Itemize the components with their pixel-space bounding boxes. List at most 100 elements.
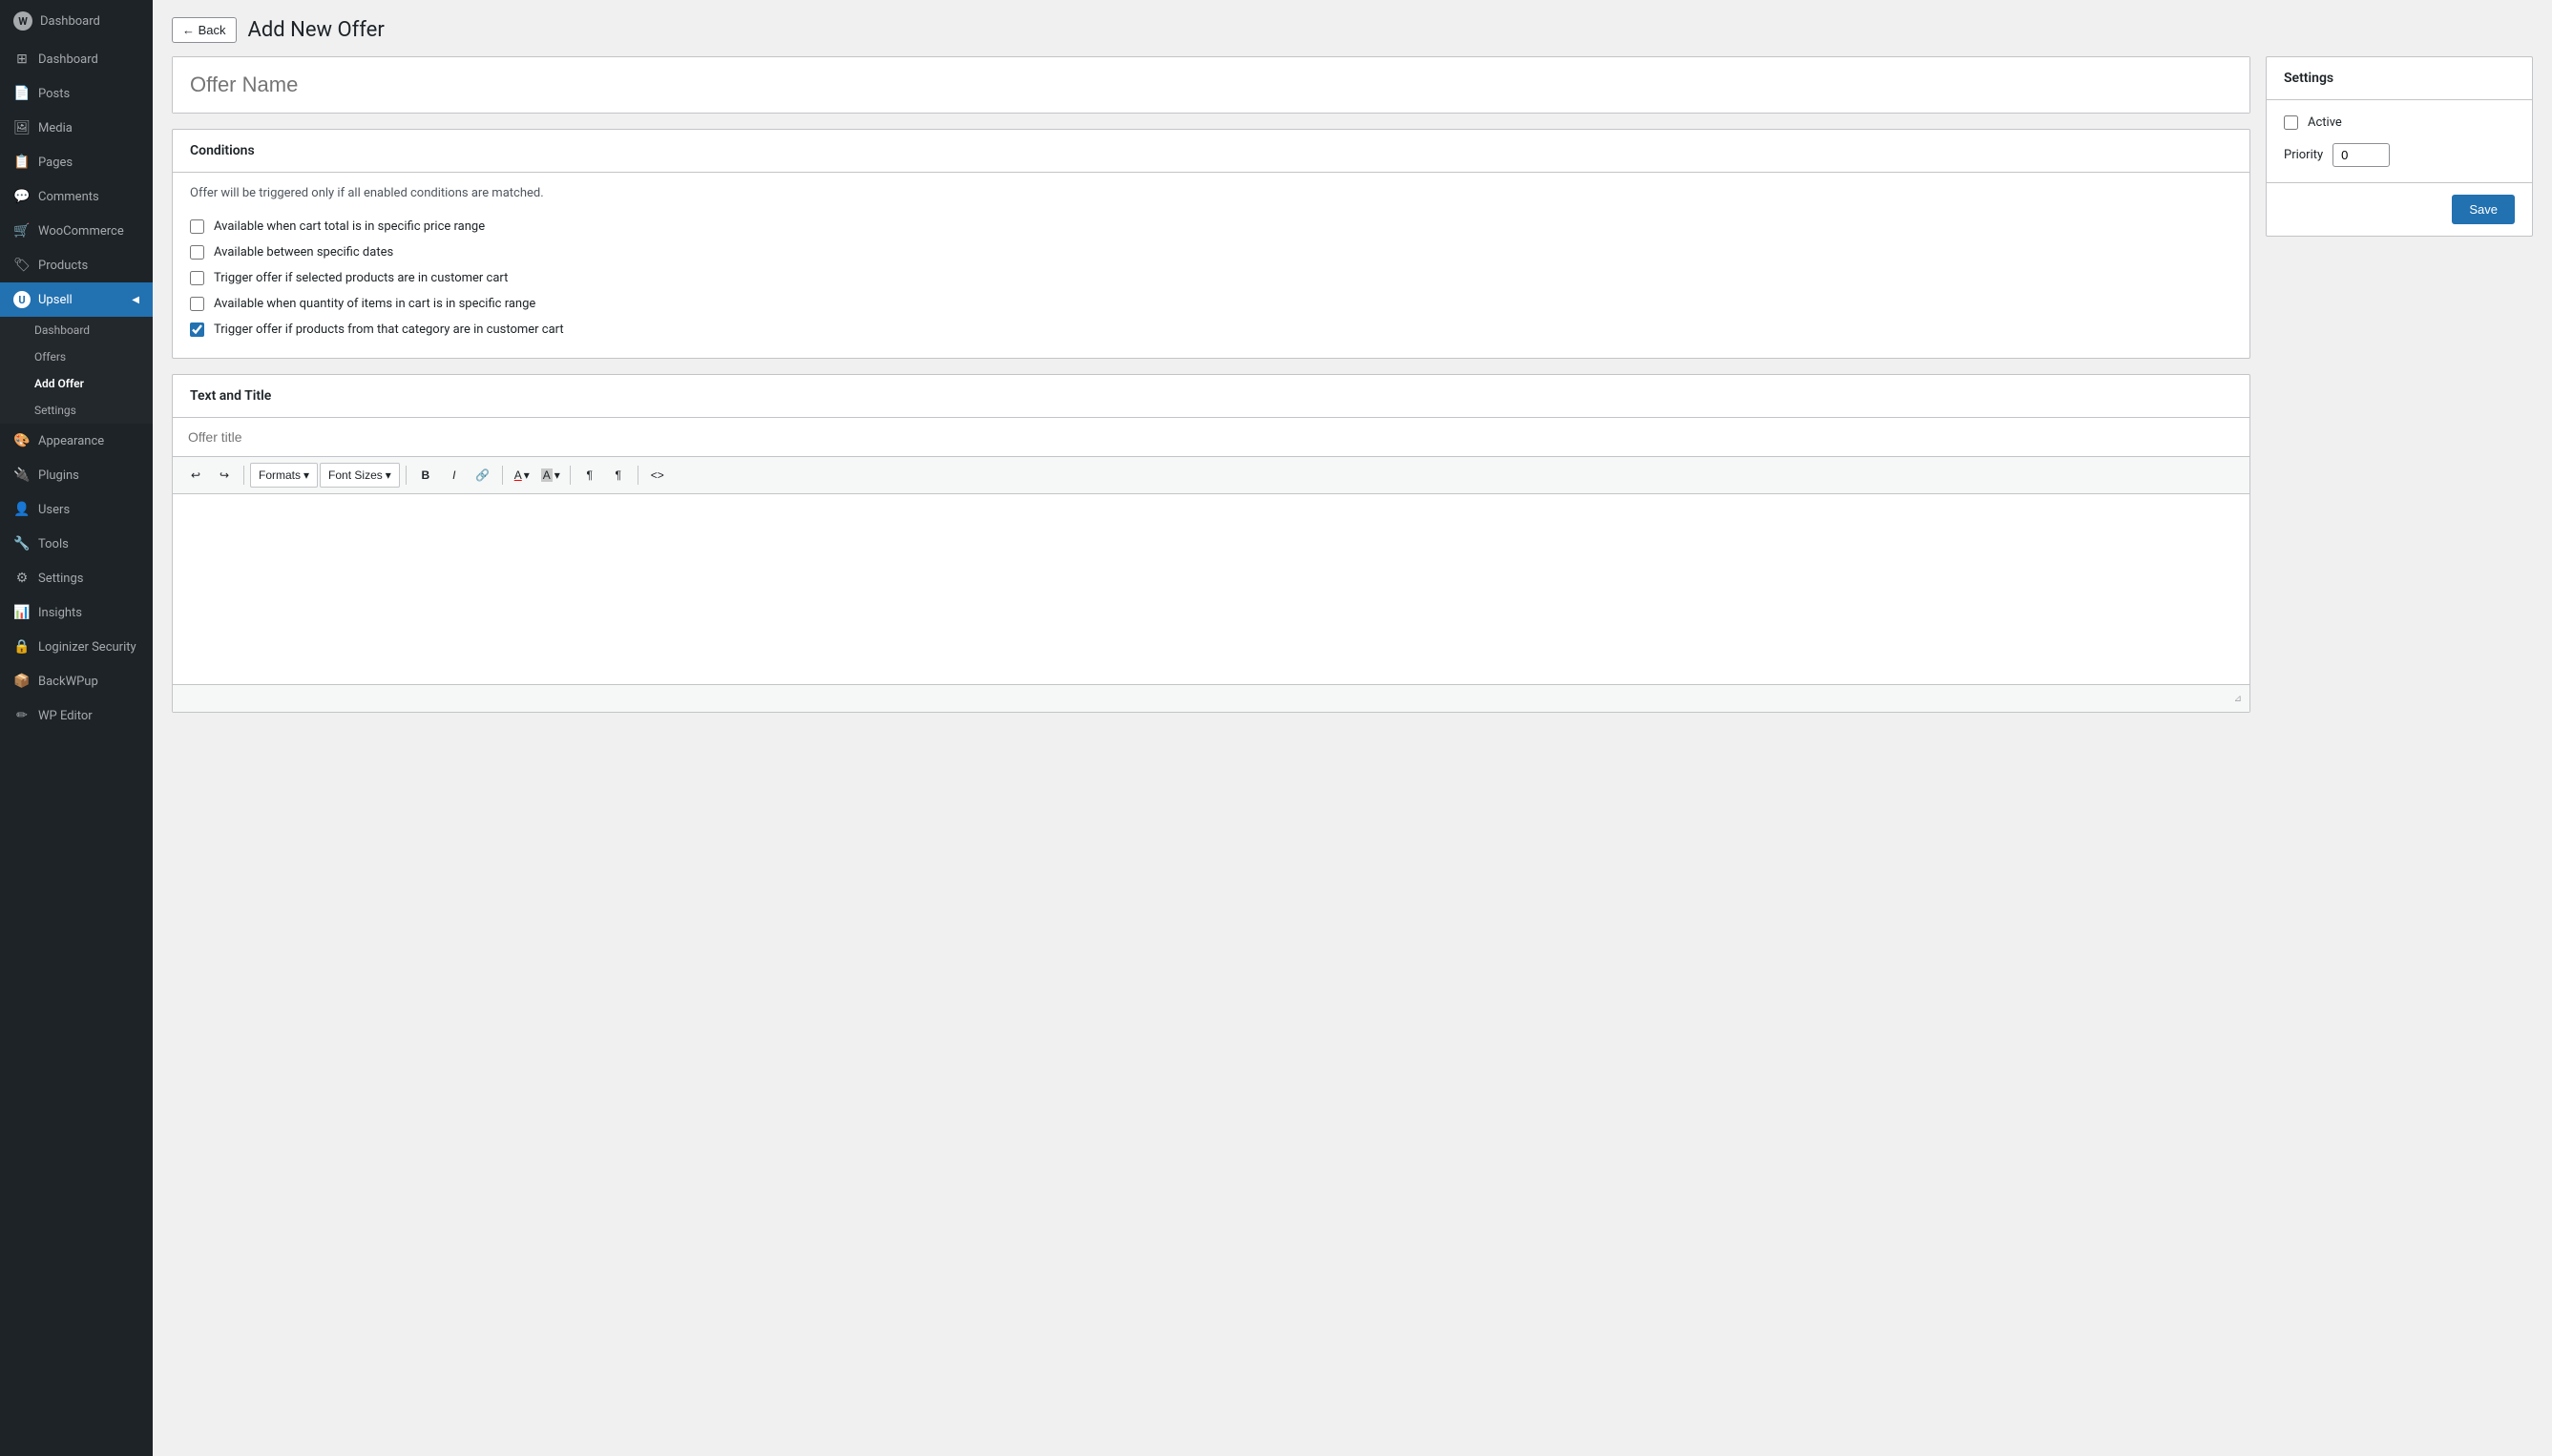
condition-label-3[interactable]: Trigger offer if selected products are i… <box>214 271 508 285</box>
active-label[interactable]: Active <box>2308 115 2342 130</box>
offer-title-input[interactable] <box>173 418 2249 457</box>
bold-button[interactable]: B <box>412 463 439 488</box>
priority-label: Priority <box>2284 148 2323 162</box>
sidebar-item-dashboard[interactable]: ⊞ Dashboard <box>0 42 153 76</box>
sidebar-item-media[interactable]: 🖼 Media <box>0 111 153 145</box>
plugins-icon: 🔌 <box>13 467 31 484</box>
sidebar-item-label: Loginizer Security <box>38 640 136 655</box>
code-button[interactable]: <> <box>644 463 671 488</box>
back-button[interactable]: ← Back <box>172 17 237 43</box>
font-sizes-dropdown[interactable]: Font Sizes ▾ <box>320 463 400 488</box>
sidebar-item-label: Plugins <box>38 468 79 483</box>
priority-input[interactable] <box>2332 143 2390 167</box>
bg-color-button[interactable]: A ▾ <box>537 463 564 488</box>
condition-item-5: Trigger offer if products from that cate… <box>190 317 2232 343</box>
toolbar-separator-3 <box>502 466 503 485</box>
sidebar-item-wpeditor[interactable]: ✏ WP Editor <box>0 698 153 733</box>
main-content: ← Back Add New Offer Conditions Offer wi… <box>153 0 2552 1456</box>
condition-label-1[interactable]: Available when cart total is in specific… <box>214 219 485 234</box>
save-row: Save <box>2267 182 2532 236</box>
conditions-card: Conditions Offer will be triggered only … <box>172 129 2250 359</box>
sidebar-item-insights[interactable]: 📊 Insights <box>0 595 153 630</box>
condition-checkbox-5[interactable] <box>190 322 204 337</box>
active-row: Active <box>2284 115 2515 130</box>
sidebar-item-pages[interactable]: 📋 Pages <box>0 145 153 179</box>
sidebar-item-tools[interactable]: 🔧 Tools <box>0 527 153 561</box>
editor-body[interactable] <box>173 494 2249 685</box>
sidebar-item-woocommerce[interactable]: 🛒 WooCommerce <box>0 214 153 248</box>
page-header: ← Back Add New Offer <box>153 0 2552 56</box>
condition-label-2[interactable]: Available between specific dates <box>214 245 393 260</box>
active-checkbox[interactable] <box>2284 115 2298 130</box>
products-icon: 🏷 <box>13 257 31 274</box>
condition-label-5[interactable]: Trigger offer if products from that cate… <box>214 322 564 337</box>
sidebar-item-settings[interactable]: ⚙ Settings <box>0 561 153 595</box>
sidebar-item-upsell-offers[interactable]: Offers <box>0 343 153 370</box>
condition-checkbox-2[interactable] <box>190 245 204 260</box>
condition-item-3: Trigger offer if selected products are i… <box>190 265 2232 291</box>
save-button[interactable]: Save <box>2452 195 2515 224</box>
sidebar-logo[interactable]: W Dashboard <box>0 0 153 42</box>
resize-handle-icon: ⊿ <box>2234 694 2242 704</box>
condition-label-4[interactable]: Available when quantity of items in cart… <box>214 297 535 311</box>
conditions-header: Conditions <box>173 130 2249 173</box>
condition-item-1: Available when cart total is in specific… <box>190 214 2232 239</box>
sidebar-item-label: WooCommerce <box>38 224 124 239</box>
sidebar-item-label: Products <box>38 259 88 273</box>
appearance-icon: 🎨 <box>13 432 31 449</box>
sidebar-item-label: Dashboard <box>38 52 98 67</box>
sidebar-item-upsell-add-offer[interactable]: Add Offer <box>0 370 153 397</box>
toolbar-separator-4 <box>570 466 571 485</box>
redo-button[interactable]: ↪ <box>211 463 238 488</box>
link-button[interactable]: 🔗 <box>470 463 496 488</box>
formats-chevron-icon: ▾ <box>303 468 309 482</box>
sidebar-item-comments[interactable]: 💬 Comments <box>0 179 153 214</box>
text-color-icon: A <box>514 468 522 482</box>
sidebar-item-label: Pages <box>38 156 73 170</box>
formats-dropdown[interactable]: Formats ▾ <box>250 463 318 488</box>
backwpup-icon: 📦 <box>13 673 31 690</box>
sidebar-logo-label: Dashboard <box>40 14 100 29</box>
condition-checkbox-1[interactable] <box>190 219 204 234</box>
main-column: Conditions Offer will be triggered only … <box>172 56 2250 1437</box>
loginizer-icon: 🔒 <box>13 638 31 655</box>
italic-button[interactable]: I <box>441 463 468 488</box>
condition-checkbox-4[interactable] <box>190 297 204 311</box>
settings-body: Active Priority <box>2267 100 2532 182</box>
sidebar-item-upsell[interactable]: U Upsell ◀ <box>0 282 153 317</box>
settings-icon: ⚙ <box>13 570 31 587</box>
sidebar-item-label: Users <box>38 503 70 517</box>
sidebar-item-label: BackWPup <box>38 675 98 689</box>
dashboard-icon: ⊞ <box>13 51 31 68</box>
upsell-submenu: Dashboard Offers Add Offer Settings <box>0 317 153 424</box>
sidebar-item-loginizer[interactable]: 🔒 Loginizer Security <box>0 630 153 664</box>
rtl-button[interactable]: ¶ <box>605 463 632 488</box>
posts-icon: 📄 <box>13 85 31 102</box>
text-title-card: Text and Title ↩ ↪ Formats ▾ Font Sizes … <box>172 374 2250 713</box>
condition-item-2: Available between specific dates <box>190 239 2232 265</box>
toolbar-separator-2 <box>406 466 407 485</box>
sidebar-item-label: Posts <box>38 87 70 101</box>
sidebar-item-upsell-dashboard[interactable]: Dashboard <box>0 317 153 343</box>
ltr-button[interactable]: ¶ <box>576 463 603 488</box>
sidebar-item-backwpup[interactable]: 📦 BackWPup <box>0 664 153 698</box>
users-icon: 👤 <box>13 501 31 518</box>
sidebar-item-label: Insights <box>38 606 82 620</box>
woocommerce-icon: 🛒 <box>13 222 31 239</box>
offer-name-input[interactable] <box>173 57 2249 113</box>
bg-color-icon: A <box>541 468 553 482</box>
sidebar-item-users[interactable]: 👤 Users <box>0 492 153 527</box>
condition-checkbox-3[interactable] <box>190 271 204 285</box>
conditions-description: Offer will be triggered only if all enab… <box>173 173 2249 210</box>
sidebar-item-products[interactable]: 🏷 Products <box>0 248 153 282</box>
text-color-button[interactable]: A ▾ <box>509 463 535 488</box>
undo-button[interactable]: ↩ <box>182 463 209 488</box>
font-sizes-chevron-icon: ▾ <box>386 468 391 482</box>
pages-icon: 📋 <box>13 154 31 171</box>
sidebar-item-posts[interactable]: 📄 Posts <box>0 76 153 111</box>
sidebar-item-label: Comments <box>38 190 99 204</box>
toolbar-separator-1 <box>243 466 244 485</box>
sidebar-item-upsell-settings[interactable]: Settings <box>0 397 153 424</box>
sidebar-item-plugins[interactable]: 🔌 Plugins <box>0 458 153 492</box>
sidebar-item-appearance[interactable]: 🎨 Appearance <box>0 424 153 458</box>
